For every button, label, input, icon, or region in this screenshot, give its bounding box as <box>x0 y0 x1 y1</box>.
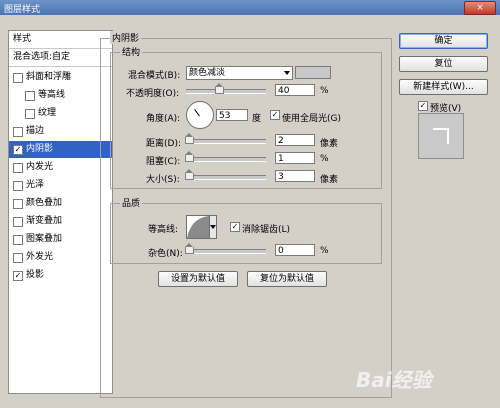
set-default-button[interactable]: 设置为默认值 <box>158 271 238 287</box>
angle-dial[interactable] <box>186 101 214 129</box>
ok-button[interactable]: 确定 <box>399 33 488 49</box>
anti-alias-label: 消除锯齿(L) <box>242 225 291 235</box>
style-item-pattern-overlay[interactable]: 图案叠加 <box>9 231 112 248</box>
inner-shadow-title: 内阴影 <box>110 31 142 44</box>
contour-curve-icon <box>187 216 209 238</box>
checkbox[interactable] <box>13 163 23 173</box>
checkbox[interactable] <box>25 91 35 101</box>
blend-options-item[interactable]: 混合选项:自定 <box>9 49 112 66</box>
pixel-unit: 像素 <box>320 175 339 185</box>
structure-title: 结构 <box>120 45 143 58</box>
pixel-unit: 像素 <box>320 139 339 149</box>
reset-button[interactable]: 复位 <box>399 56 488 72</box>
contour-preview[interactable] <box>186 215 210 239</box>
styles-header: 样式 <box>13 34 32 44</box>
distance-slider[interactable] <box>185 133 266 144</box>
style-preview-thumbnail <box>418 113 464 159</box>
slider-thumb[interactable] <box>214 83 224 94</box>
blend-mode-label: 混合模式(B): <box>128 71 181 81</box>
opacity-label: 不透明度(O): <box>126 89 180 99</box>
percent-unit: % <box>320 154 329 164</box>
watermark-logo: Bai经验 <box>356 368 432 392</box>
slider-thumb[interactable] <box>185 133 194 144</box>
styles-list: 样式 混合选项:自定 斜面和浮雕 等高线 纹理 描边 ✓ 内阴影 内发光 光泽 颜… <box>8 30 113 394</box>
title-bar: 图层样式 × <box>0 0 500 15</box>
slider-thumb[interactable] <box>185 243 194 254</box>
chevron-down-icon <box>284 71 290 75</box>
new-style-button[interactable]: 新建样式(W)... <box>399 79 488 95</box>
style-item-satin[interactable]: 光泽 <box>9 177 112 194</box>
angle-input[interactable]: 53 <box>216 109 248 121</box>
choke-slider[interactable] <box>185 151 266 162</box>
size-input[interactable]: 3 <box>275 170 315 182</box>
checkbox[interactable] <box>13 73 23 83</box>
choke-input[interactable]: 1 <box>275 152 315 164</box>
preview-checkbox[interactable]: ✓ <box>418 101 428 111</box>
noise-input[interactable]: 0 <box>275 244 315 256</box>
style-item-stroke[interactable]: 描边 <box>9 123 112 140</box>
slider-thumb[interactable] <box>185 151 194 162</box>
style-item-color-overlay[interactable]: 颜色叠加 <box>9 195 112 212</box>
checkbox[interactable] <box>13 235 23 245</box>
distance-input[interactable]: 2 <box>275 134 315 146</box>
close-button[interactable]: × <box>464 1 496 15</box>
anti-alias-checkbox[interactable]: ✓ <box>230 222 240 232</box>
divider <box>9 66 112 67</box>
checkbox-checked[interactable]: ✓ <box>13 145 23 155</box>
angle-label: 角度(A): <box>146 114 181 124</box>
shadow-color-swatch[interactable] <box>295 66 331 79</box>
choke-label: 阻塞(C): <box>146 157 181 167</box>
checkbox[interactable] <box>13 181 23 191</box>
slider-thumb[interactable] <box>185 169 194 180</box>
size-slider[interactable] <box>185 169 266 180</box>
noise-label: 杂色(N): <box>148 249 183 259</box>
global-light-label: 使用全局光(G) <box>282 114 341 124</box>
checkbox[interactable] <box>13 253 23 263</box>
style-item-inner-shadow[interactable]: ✓ 内阴影 <box>9 141 112 158</box>
reset-default-button[interactable]: 复位为默认值 <box>247 271 327 287</box>
percent-unit: % <box>320 86 329 96</box>
preview-shape <box>433 128 449 144</box>
chevron-down-icon <box>210 225 216 229</box>
opacity-input[interactable]: 40 <box>275 84 315 96</box>
checkbox[interactable] <box>13 199 23 209</box>
style-item-texture[interactable]: 纹理 <box>9 105 112 122</box>
contour-label: 等高线: <box>148 225 179 235</box>
checkbox[interactable] <box>13 127 23 137</box>
style-item-inner-glow[interactable]: 内发光 <box>9 159 112 176</box>
global-light-checkbox[interactable]: ✓ <box>270 110 280 120</box>
opacity-slider[interactable] <box>186 83 266 94</box>
checkbox[interactable] <box>13 217 23 227</box>
window-title: 图层样式 <box>4 5 41 15</box>
angle-hand <box>194 109 200 117</box>
angle-unit: 度 <box>252 114 262 124</box>
style-item-gradient-overlay[interactable]: 渐变叠加 <box>9 213 112 230</box>
size-label: 大小(S): <box>146 175 180 185</box>
checkbox-checked[interactable]: ✓ <box>13 271 23 281</box>
style-item-outer-glow[interactable]: 外发光 <box>9 249 112 266</box>
style-item-bevel-emboss[interactable]: 斜面和浮雕 <box>9 69 112 86</box>
distance-label: 距离(D): <box>146 139 181 149</box>
checkbox[interactable] <box>25 109 35 119</box>
style-item-contour[interactable]: 等高线 <box>9 87 112 104</box>
percent-unit: % <box>320 246 329 256</box>
contour-dropdown[interactable] <box>209 215 217 239</box>
noise-slider[interactable] <box>185 243 266 254</box>
quality-title: 品质 <box>120 196 143 209</box>
blend-mode-select[interactable]: 颜色减淡 <box>186 66 293 80</box>
style-item-drop-shadow[interactable]: ✓ 投影 <box>9 267 112 284</box>
